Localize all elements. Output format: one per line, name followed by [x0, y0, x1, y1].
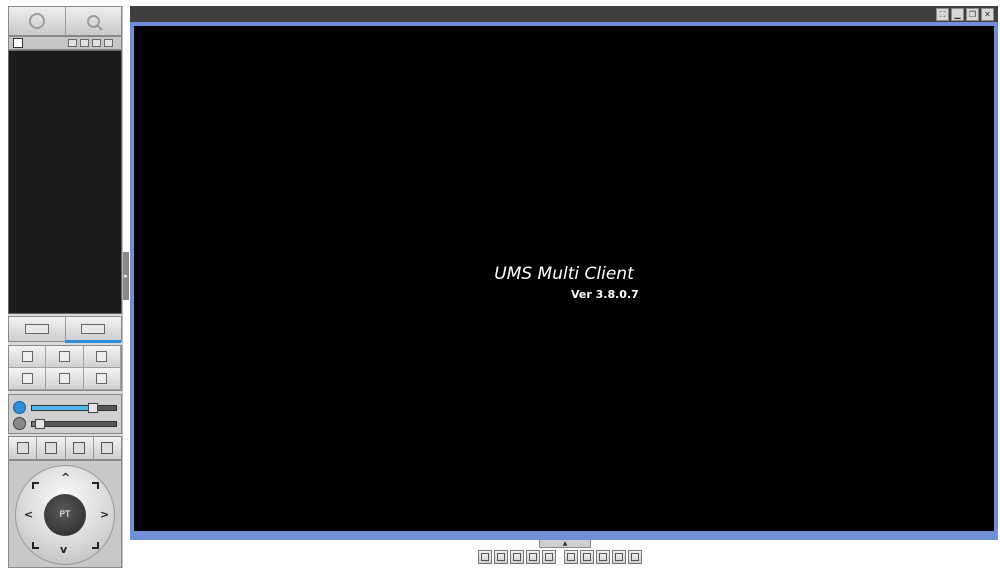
- ptz-mode-button-1[interactable]: [9, 437, 37, 459]
- snapshot-icon: [58, 351, 70, 362]
- record-button[interactable]: [9, 346, 47, 368]
- layout-8-button[interactable]: [580, 550, 594, 564]
- speed-icon: [13, 417, 26, 430]
- ptz-mode-3-icon: [73, 442, 86, 454]
- collapse-panel-handle[interactable]: ▸: [123, 252, 129, 300]
- alarm-icon: [58, 373, 70, 384]
- select-all-checkbox[interactable]: [13, 38, 23, 48]
- tab-search[interactable]: [65, 7, 121, 35]
- ptz-mode-button-2[interactable]: [37, 437, 65, 459]
- layout-8-icon: [583, 553, 591, 561]
- snapshot-button[interactable]: [46, 346, 84, 368]
- volume-slider-fill: [32, 406, 93, 410]
- layout-16-button[interactable]: [526, 550, 540, 564]
- ptz-right-icon[interactable]: >: [100, 509, 109, 520]
- ptz-mode-4-icon: [101, 442, 114, 454]
- layout-13-icon: [615, 553, 623, 561]
- view-mode-row: [8, 316, 122, 342]
- top-tabs: [8, 6, 122, 36]
- single-view-button[interactable]: [9, 317, 66, 341]
- speed-slider[interactable]: [31, 419, 117, 429]
- settings-icon: [28, 13, 45, 29]
- minimize-icon[interactable]: ▁: [951, 8, 964, 21]
- layout-bar-toggle[interactable]: ▲: [539, 540, 591, 548]
- ptz-down-left-icon[interactable]: [32, 542, 39, 549]
- layout-bar: [478, 550, 644, 564]
- ptz-up-left-icon[interactable]: [32, 482, 39, 489]
- layout-10-button[interactable]: [596, 550, 610, 564]
- ptz-mode-2-icon: [44, 442, 57, 454]
- ptz-mode-button-3[interactable]: [65, 437, 93, 459]
- layout-25-button[interactable]: [628, 550, 642, 564]
- ptz-mode-row: [8, 436, 122, 460]
- layout-9-button[interactable]: [510, 550, 524, 564]
- audio-icon: [96, 373, 108, 384]
- device-list-header: [8, 36, 122, 50]
- tab-settings[interactable]: [9, 7, 66, 35]
- layout-4-icon: [497, 553, 505, 561]
- speed-slider-thumb[interactable]: [34, 419, 45, 429]
- volume-icon: [13, 401, 26, 414]
- delete-group-icon[interactable]: [104, 39, 113, 47]
- layout-10-icon: [599, 553, 607, 561]
- volume-slider[interactable]: [31, 403, 117, 413]
- viewer-titlebar: ⛶ ▁ ❐ ✕: [130, 6, 998, 22]
- layout-4-button[interactable]: [494, 550, 508, 564]
- single-view-icon: [24, 324, 49, 334]
- multi-view-button[interactable]: [65, 317, 121, 341]
- layout-6-icon: [567, 553, 575, 561]
- viewer-frame: UMS Multi Client Ver 3.8.0.7: [130, 22, 998, 540]
- playback-controls: [8, 345, 122, 391]
- sequence-icon: [96, 351, 108, 362]
- ptz-up-icon[interactable]: ^: [61, 472, 70, 483]
- layout-1-icon: [481, 553, 489, 561]
- fullscreen-icon[interactable]: ⛶: [936, 8, 949, 21]
- sequence-button[interactable]: [83, 346, 121, 368]
- ptz-mode-1-icon: [16, 442, 29, 454]
- restore-icon[interactable]: ❐: [966, 8, 979, 21]
- multi-view-icon: [81, 324, 106, 334]
- ptz-joystick[interactable]: ^ v < > PT: [15, 465, 115, 565]
- layout-6-button[interactable]: [564, 550, 578, 564]
- ptz-mode-button-4[interactable]: [93, 437, 121, 459]
- left-panel: ^ v < > PT: [8, 6, 122, 568]
- ptz-control: ^ v < > PT: [8, 460, 122, 568]
- device-list[interactable]: [8, 50, 122, 314]
- layout-9-icon: [513, 553, 521, 561]
- record-icon: [21, 351, 33, 362]
- layout-custom-button[interactable]: [542, 550, 556, 564]
- search-icon: [86, 14, 100, 28]
- layout-16-icon: [529, 553, 537, 561]
- ptz-down-icon[interactable]: v: [60, 544, 67, 555]
- app-version: Ver 3.8.0.7: [571, 288, 639, 301]
- active-mode-indicator: [65, 340, 121, 343]
- slider-box: [8, 394, 122, 434]
- volume-slider-thumb[interactable]: [88, 403, 99, 413]
- video-display[interactable]: UMS Multi Client Ver 3.8.0.7: [134, 26, 994, 531]
- layout-25-icon: [631, 553, 639, 561]
- ptz-center-button[interactable]: PT: [44, 494, 86, 536]
- ptz-left-icon[interactable]: <: [24, 509, 33, 520]
- app-title: UMS Multi Client: [494, 264, 634, 284]
- close-icon[interactable]: ✕: [981, 8, 994, 21]
- pause-button[interactable]: [9, 368, 47, 390]
- edit-group-icon[interactable]: [92, 39, 101, 47]
- layout-custom-icon: [545, 553, 553, 561]
- pause-icon: [21, 373, 33, 384]
- layout-1-button[interactable]: [478, 550, 492, 564]
- ptz-down-right-icon[interactable]: [92, 542, 99, 549]
- group-view-icon[interactable]: [68, 39, 77, 47]
- add-group-icon[interactable]: [80, 39, 89, 47]
- alarm-button[interactable]: [46, 368, 84, 390]
- audio-button[interactable]: [83, 368, 121, 390]
- layout-13-button[interactable]: [612, 550, 626, 564]
- ptz-up-right-icon[interactable]: [92, 482, 99, 489]
